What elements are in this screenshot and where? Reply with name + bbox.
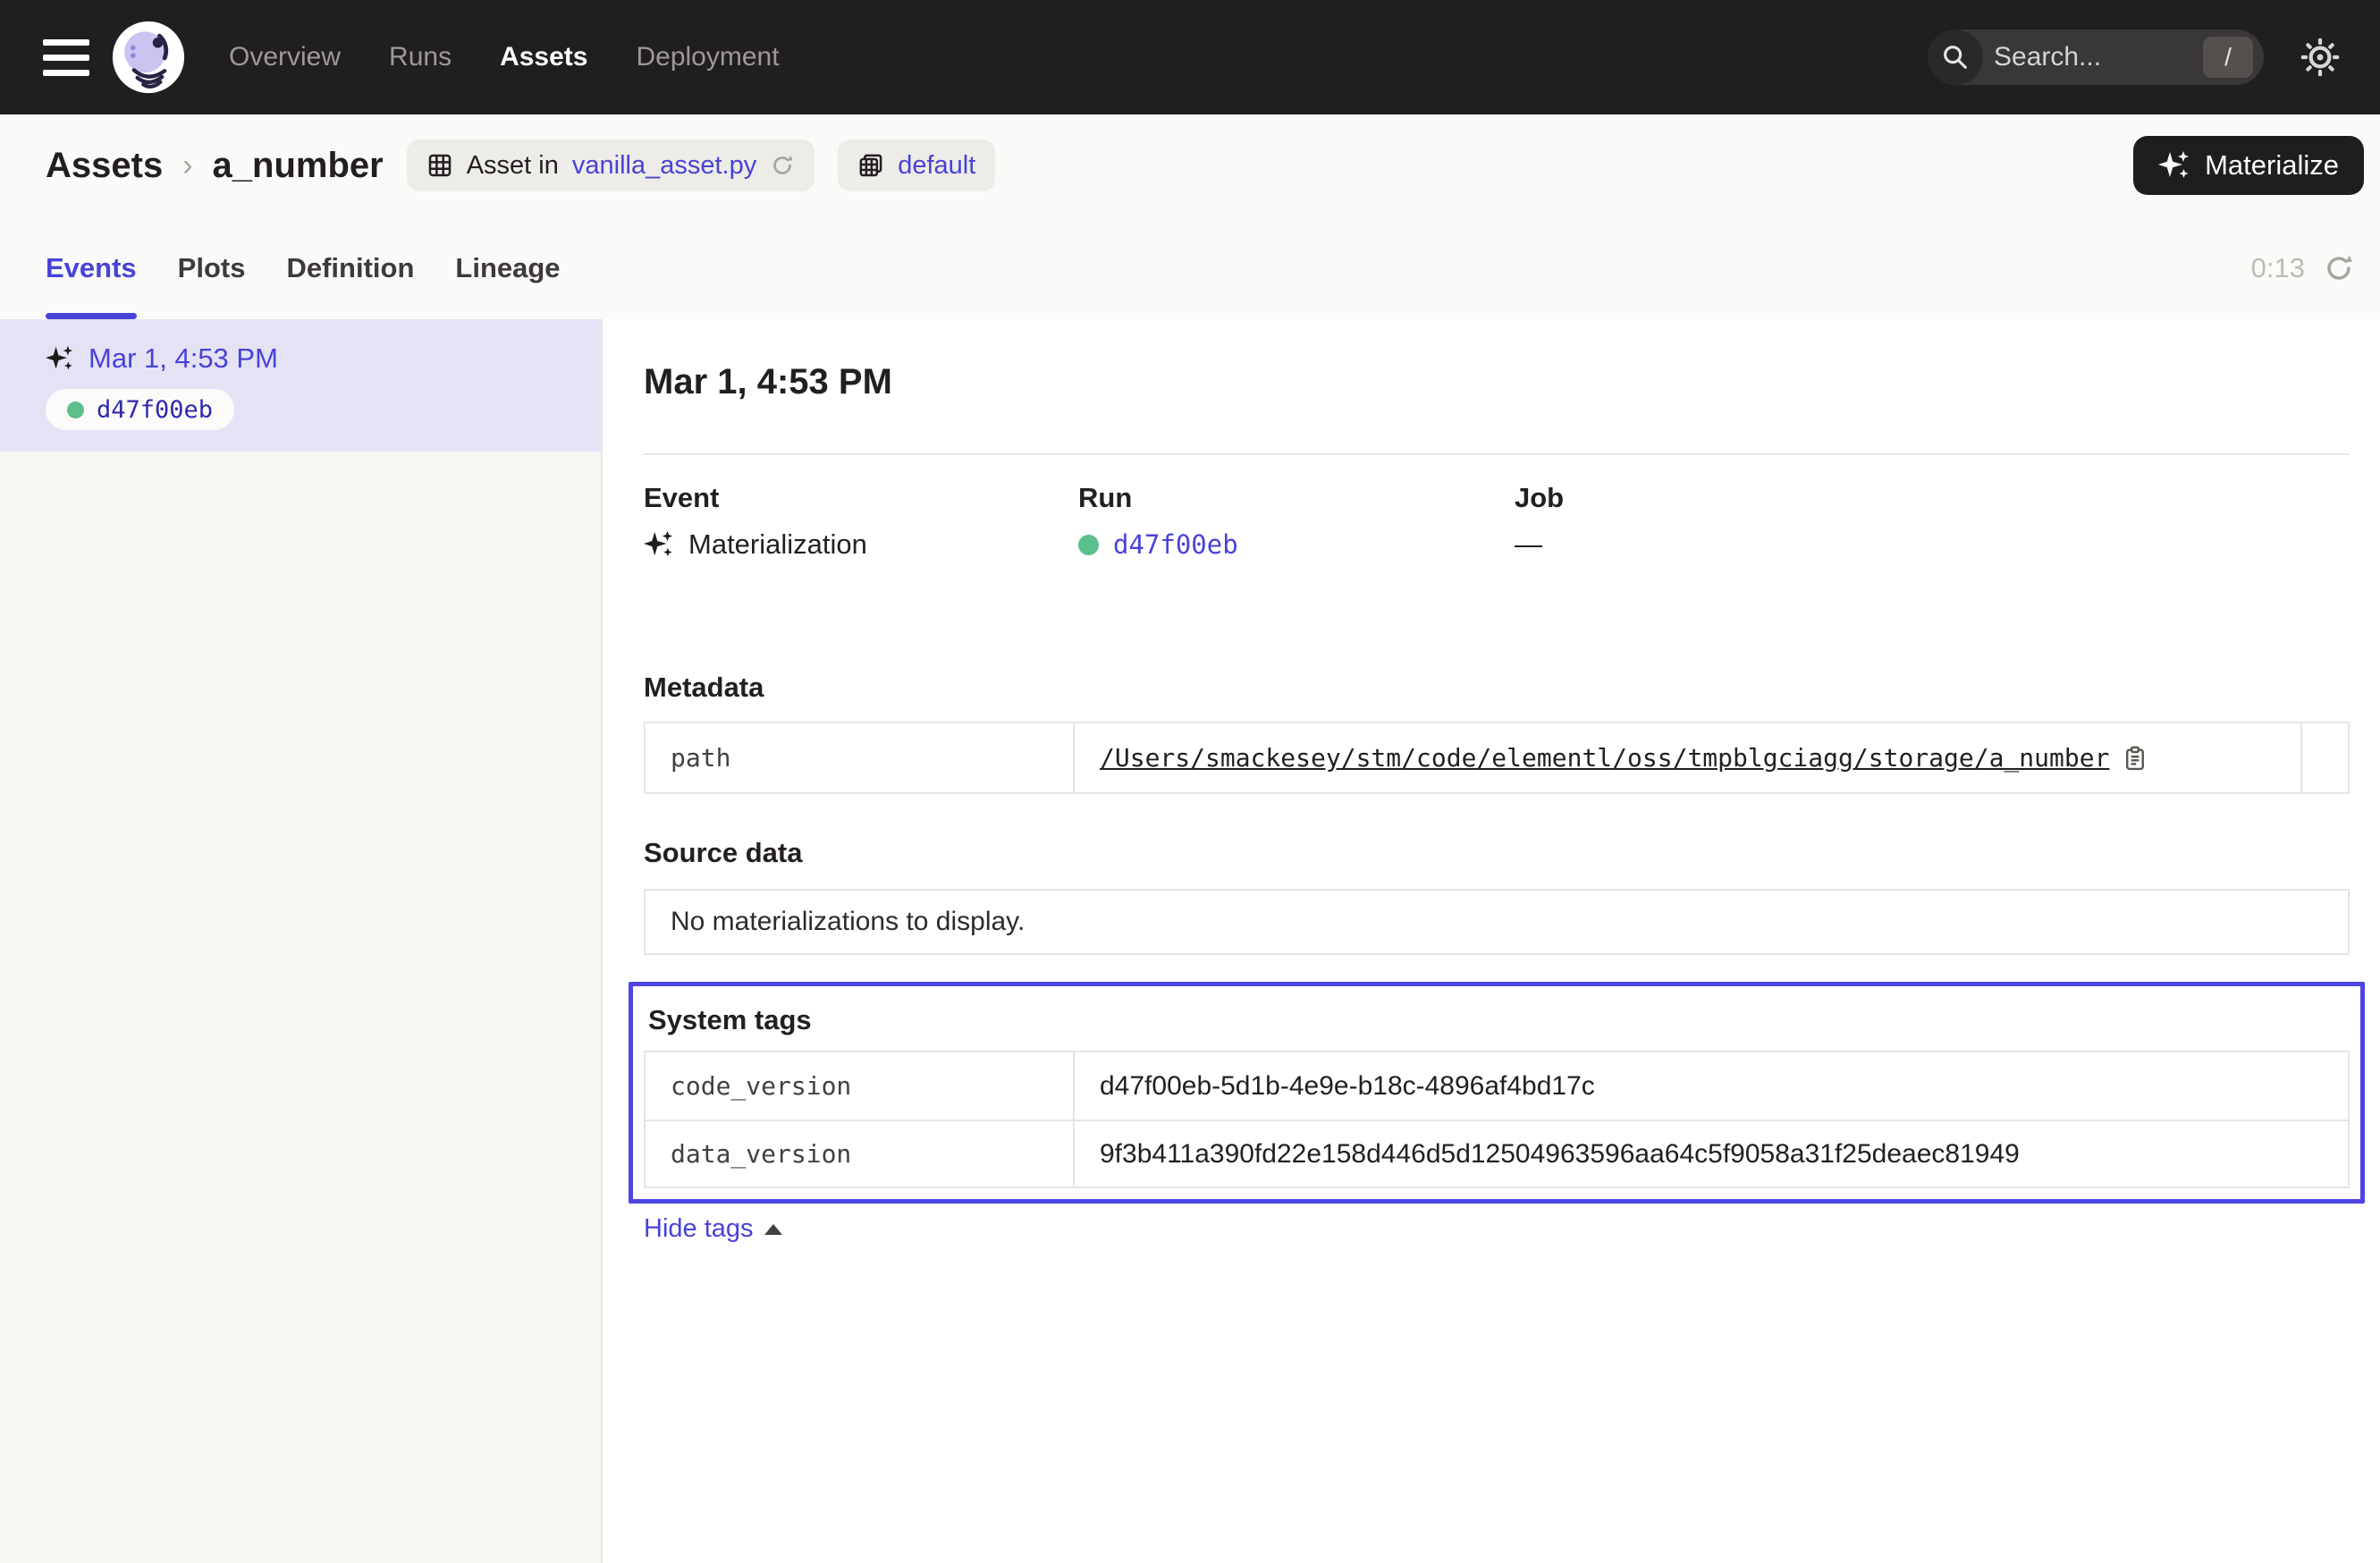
tag-key: code_version	[646, 1052, 1073, 1119]
asset-group-badge[interactable]: default	[838, 139, 995, 191]
run-id-label: d47f00eb	[97, 396, 213, 424]
metadata-table: path /Users/smackesey/stm/code/elementl/…	[644, 722, 2350, 794]
nav-item-runs[interactable]: Runs	[389, 42, 452, 72]
divider	[644, 453, 2350, 455]
breadcrumb: Assets › a_number	[46, 146, 384, 186]
run-id-pill[interactable]: d47f00eb	[46, 389, 234, 430]
tab-plots[interactable]: Plots	[178, 216, 246, 319]
search-icon	[1928, 30, 1983, 85]
gear-icon[interactable]	[2300, 37, 2341, 78]
breadcrumb-assets-link[interactable]: Assets	[46, 146, 163, 186]
table-row: data_version 9f3b411a390fd22e158d446d5d1…	[646, 1119, 2348, 1187]
job-column-label: Job	[1515, 482, 2350, 514]
sparkle-icon	[2158, 149, 2190, 182]
table-row: path /Users/smackesey/stm/code/elementl/…	[646, 723, 2348, 792]
events-content: Mar 1, 4:53 PM d47f00eb Mar 1, 4:53 PM E…	[0, 319, 2380, 1563]
primary-nav: Overview Runs Assets Deployment	[229, 42, 780, 72]
tag-value: 9f3b411a390fd22e158d446d5d12504963596aa6…	[1073, 1121, 2348, 1187]
event-type-value: Materialization	[644, 528, 1078, 561]
job-empty-dash: —	[1515, 528, 1542, 561]
search-box[interactable]: /	[1928, 30, 2264, 85]
asset-header: Assets › a_number Asset in vanilla_asset…	[0, 114, 2380, 216]
metadata-key: path	[646, 723, 1073, 792]
search-shortcut-key: /	[2203, 37, 2253, 78]
auto-refresh-countdown: 0:13	[2251, 252, 2355, 284]
event-column-label: Event	[644, 482, 1078, 514]
run-column-label: Run	[1078, 482, 1515, 514]
asset-file-link[interactable]: vanilla_asset.py	[572, 151, 756, 181]
breadcrumb-separator: ›	[182, 148, 192, 183]
search-input[interactable]	[1992, 41, 2203, 73]
run-status-dot	[67, 401, 84, 418]
event-list-sidebar: Mar 1, 4:53 PM d47f00eb	[0, 319, 603, 1563]
event-timestamp-link[interactable]: Mar 1, 4:53 PM	[89, 342, 278, 375]
materialization-sparkle-icon	[644, 529, 674, 560]
run-value: d47f00eb	[1078, 528, 1515, 561]
run-status-dot	[1078, 535, 1099, 555]
event-summary-grid: Event Run Job Materialization d47f00eb —	[644, 482, 2350, 561]
source-data-heading: Source data	[644, 837, 2350, 869]
top-nav-right: /	[1928, 30, 2341, 85]
metadata-path-link[interactable]: /Users/smackesey/stm/code/elementl/oss/t…	[1100, 743, 2109, 773]
run-id-link[interactable]: d47f00eb	[1113, 529, 1238, 560]
metadata-heading: Metadata	[644, 672, 2350, 704]
dagster-logo-icon[interactable]	[111, 20, 186, 95]
asset-definition-badge[interactable]: Asset in vanilla_asset.py	[407, 139, 815, 191]
tag-key: data_version	[646, 1121, 1073, 1187]
tab-lineage[interactable]: Lineage	[455, 216, 560, 319]
job-value: —	[1515, 528, 2350, 561]
hide-tags-button[interactable]: Hide tags	[644, 1214, 782, 1244]
table-row: code_version d47f00eb-5d1b-4e9e-b18c-489…	[646, 1052, 2348, 1119]
system-tags-heading: System tags	[648, 1004, 2350, 1036]
event-list-item-selected[interactable]: Mar 1, 4:53 PM d47f00eb	[0, 319, 601, 452]
top-nav-bar: Overview Runs Assets Deployment /	[0, 0, 2380, 114]
table-grid-icon	[426, 152, 453, 179]
event-type-label: Materialization	[688, 528, 867, 561]
reload-definition-icon[interactable]	[770, 153, 795, 178]
materialize-button[interactable]: Materialize	[2133, 136, 2364, 195]
source-data-empty-message: No materializations to display.	[644, 889, 2350, 955]
event-detail-panel: Mar 1, 4:53 PM Event Run Job Materializa…	[603, 319, 2380, 1563]
asset-tabs: Events Plots Definition Lineage 0:13	[0, 216, 2380, 319]
event-detail-heading: Mar 1, 4:53 PM	[644, 360, 2350, 403]
asset-group-label: default	[898, 151, 975, 181]
materialize-button-label: Materialize	[2205, 149, 2339, 182]
breadcrumb-asset-name: a_number	[213, 146, 384, 186]
system-tags-highlight: System tags code_version d47f00eb-5d1b-4…	[629, 982, 2365, 1204]
tab-definition[interactable]: Definition	[286, 216, 414, 319]
asset-definition-label: Asset in	[467, 151, 559, 181]
tab-events[interactable]: Events	[46, 216, 137, 319]
system-tags-table: code_version d47f00eb-5d1b-4e9e-b18c-489…	[644, 1051, 2350, 1188]
table-gutter	[2300, 723, 2348, 792]
nav-item-assets[interactable]: Assets	[500, 42, 587, 72]
nav-item-deployment[interactable]: Deployment	[636, 42, 779, 72]
clipboard-icon[interactable]	[2122, 745, 2148, 772]
caret-up-icon	[764, 1224, 782, 1235]
refresh-icon[interactable]	[2323, 252, 2355, 284]
tag-value: d47f00eb-5d1b-4e9e-b18c-4896af4bd17c	[1073, 1052, 2348, 1119]
menu-icon[interactable]	[43, 39, 89, 76]
code-location-icon	[857, 152, 884, 179]
materialization-sparkle-icon	[46, 344, 74, 373]
countdown-value: 0:13	[2251, 252, 2305, 284]
hide-tags-label: Hide tags	[644, 1214, 754, 1244]
nav-item-overview[interactable]: Overview	[229, 42, 341, 72]
